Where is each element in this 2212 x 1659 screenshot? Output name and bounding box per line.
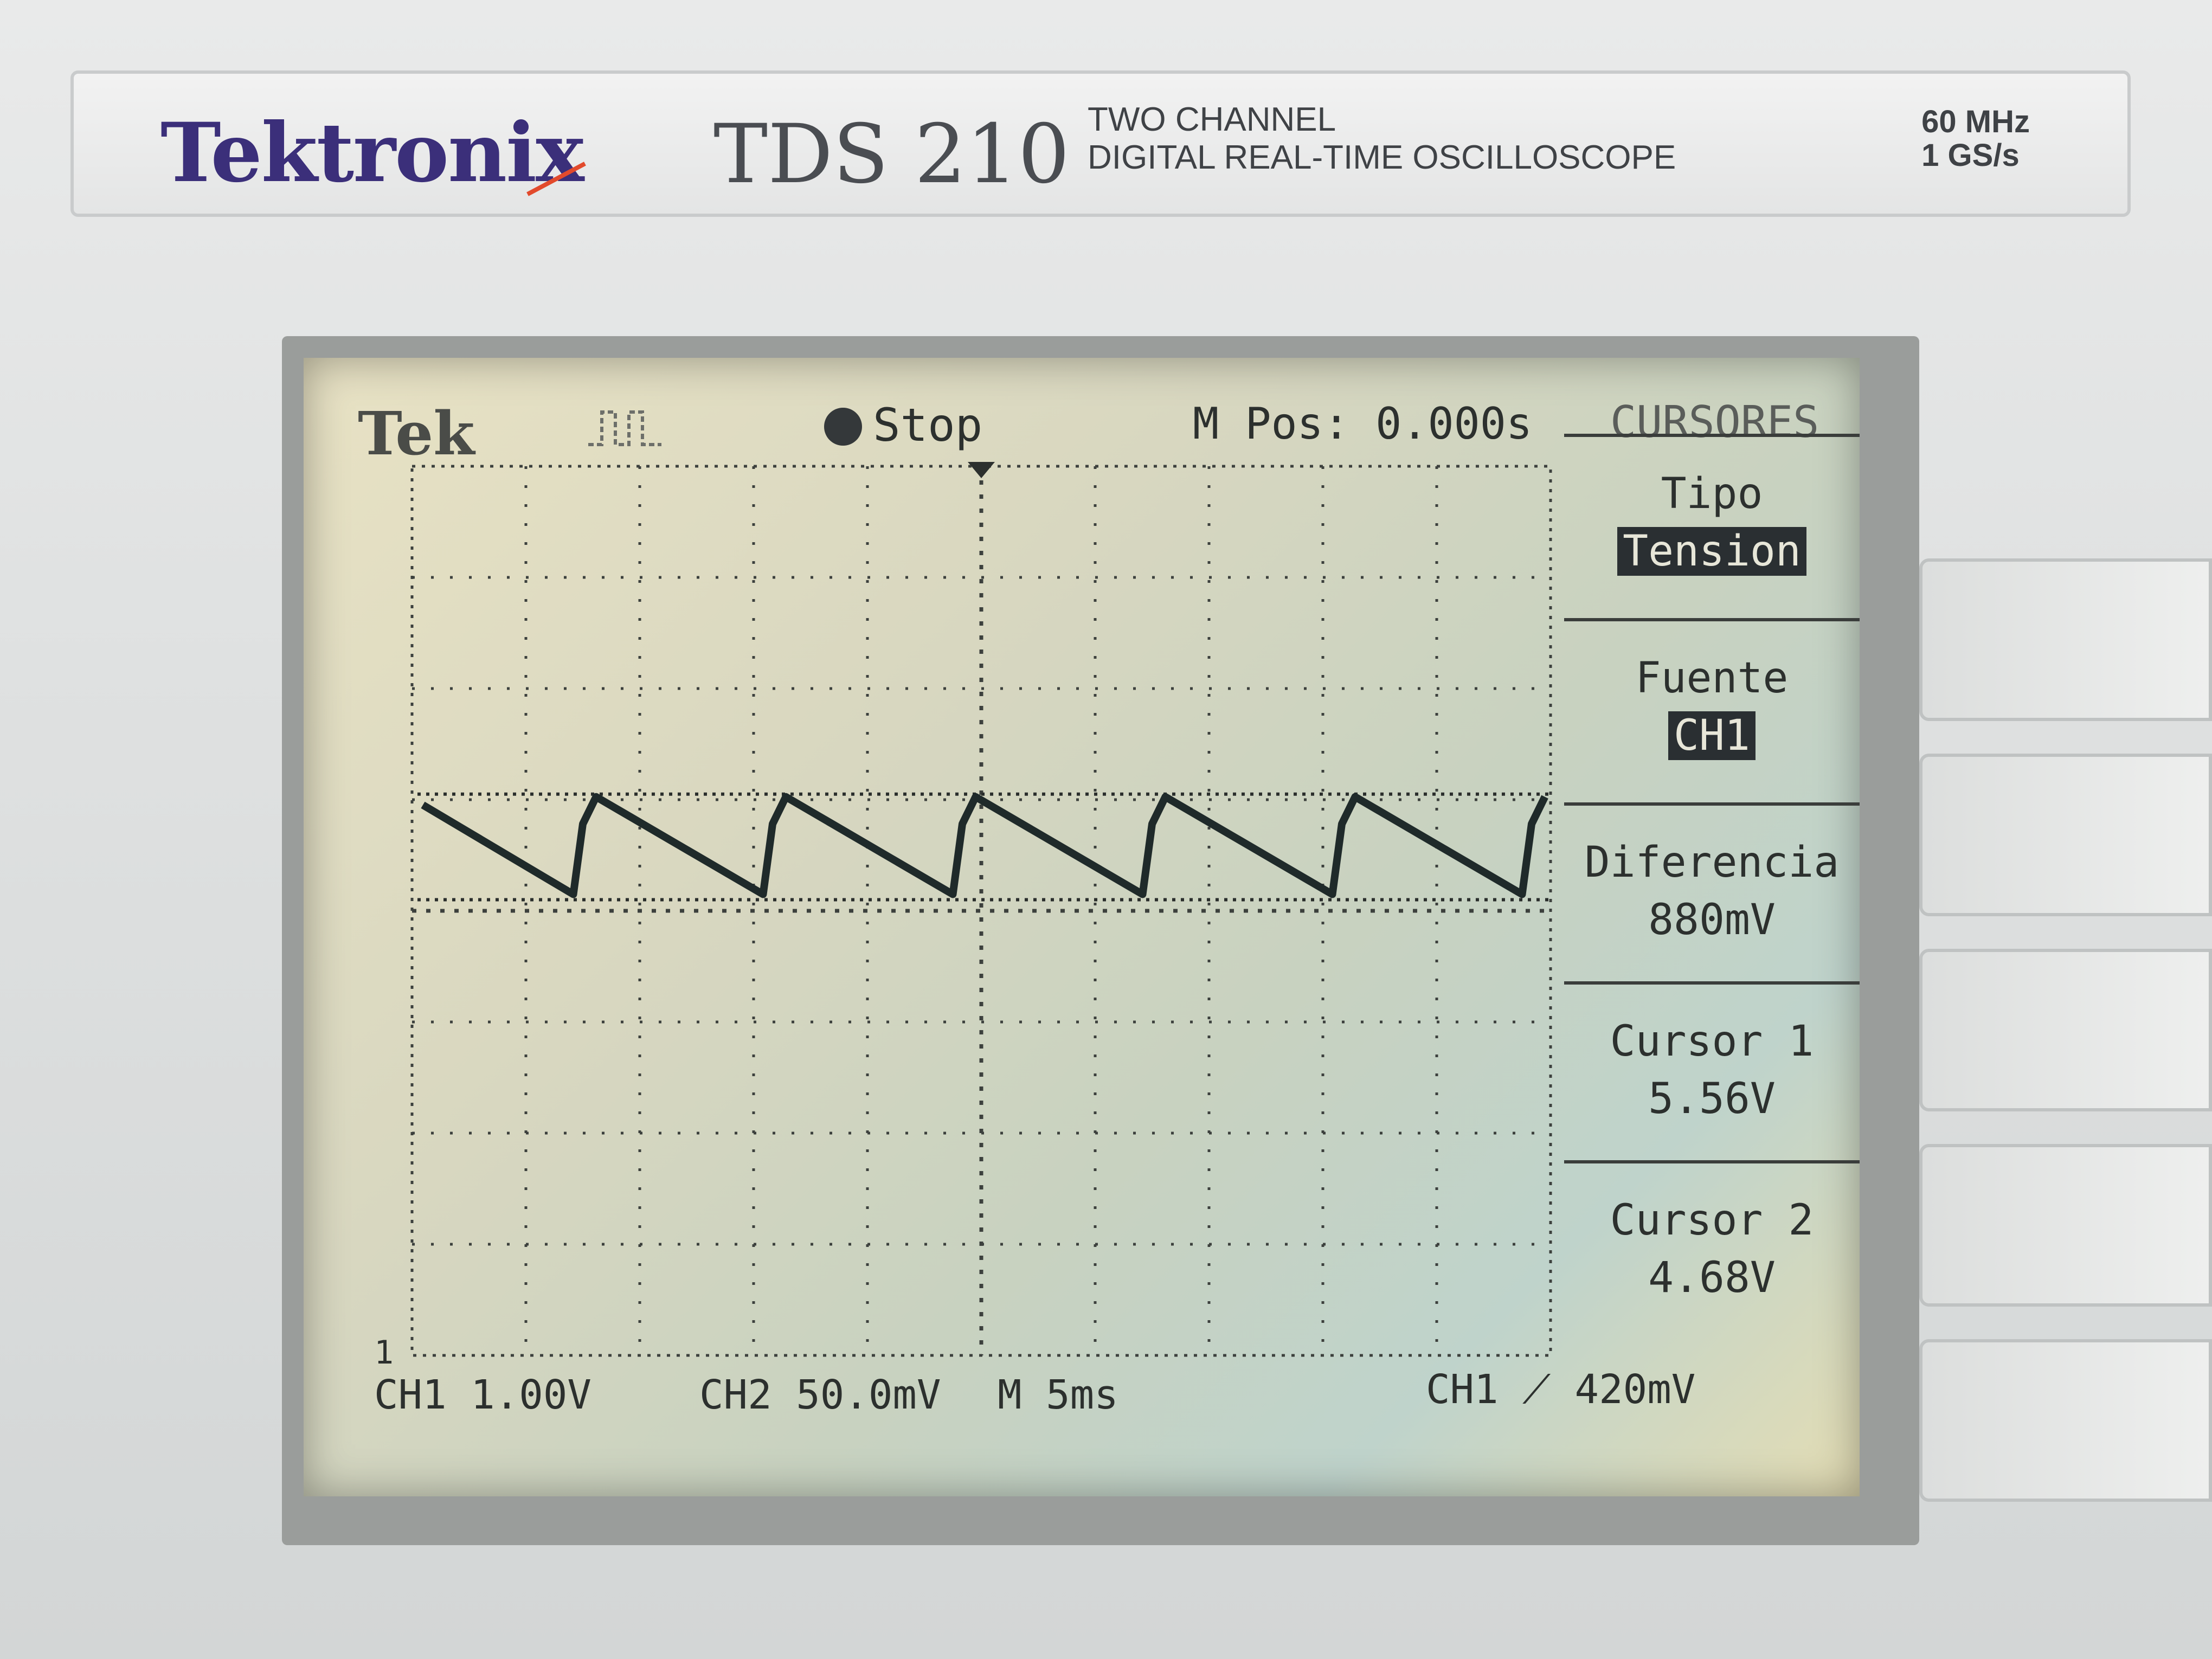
menu-label-fuente: Fuente <box>1635 654 1789 703</box>
cursor-menu: Tipo Tension Fuente CH1 Diferencia 880mV… <box>1564 434 1860 1355</box>
menu-value-fuente: CH1 <box>1668 711 1756 760</box>
trigger-position-marker <box>968 462 995 478</box>
spec-label: 60 MHz 1 GS/s <box>1921 105 2030 172</box>
menu-item-cursor-2[interactable]: Cursor 2 4.68V <box>1564 1160 1860 1340</box>
menu-item-tipo[interactable]: Tipo Tension <box>1564 434 1860 614</box>
description-line-2: DIGITAL REAL-TIME OSCILLOSCOPE <box>1088 139 1676 176</box>
soft-key-2[interactable] <box>1919 754 2212 916</box>
trigger-info: CH1 ⟋ 420mV <box>1426 1366 1696 1413</box>
model-name: TDS 210 <box>713 107 1070 202</box>
tektronix-logo: Tektronix <box>160 105 584 201</box>
soft-key-3[interactable] <box>1919 949 2212 1111</box>
description-line-1: TWO CHANNEL <box>1088 101 1336 138</box>
menu-item-fuente[interactable]: Fuente CH1 <box>1564 618 1860 798</box>
ch1-scale: CH1 1.00V <box>374 1372 591 1418</box>
time-scale: M 5ms <box>998 1372 1118 1418</box>
menu-value-diferencia: 880mV <box>1648 896 1776 944</box>
soft-key-4[interactable] <box>1919 1144 2212 1307</box>
ch2-scale: CH2 50.0mV <box>699 1372 941 1418</box>
menu-label-cursor-2: Cursor 2 <box>1610 1196 1814 1245</box>
menu-item-cursor-1[interactable]: Cursor 1 5.56V <box>1564 981 1860 1161</box>
sample-rate-label: 1 GS/s <box>1921 138 2020 173</box>
lcd-display: Tek Stop M Pos: 0.000s CURSORES 1 CH1 1.… <box>304 358 1860 1496</box>
ground-marker: 1 <box>374 1334 394 1372</box>
menu-value-cursor-2: 4.68V <box>1648 1253 1776 1302</box>
menu-label-cursor-1: Cursor 1 <box>1610 1017 1814 1066</box>
menu-value-tipo: Tension <box>1617 527 1806 576</box>
soft-key-1[interactable] <box>1919 558 2212 721</box>
soft-key-5[interactable] <box>1919 1339 2212 1502</box>
bandwidth-label: 60 MHz <box>1921 104 2030 139</box>
menu-label-tipo: Tipo <box>1661 470 1763 518</box>
menu-item-diferencia[interactable]: Diferencia 880mV <box>1564 802 1860 982</box>
ch1-waveform-trace <box>421 793 1548 898</box>
graticule <box>410 462 1552 1357</box>
brand-strip: Tektronix TDS 210 TWO CHANNEL DIGITAL RE… <box>70 70 2131 217</box>
menu-value-cursor-1: 5.56V <box>1648 1075 1776 1123</box>
menu-label-diferencia: Diferencia <box>1584 838 1840 887</box>
model-description: TWO CHANNEL DIGITAL REAL-TIME OSCILLOSCO… <box>1088 101 1676 177</box>
